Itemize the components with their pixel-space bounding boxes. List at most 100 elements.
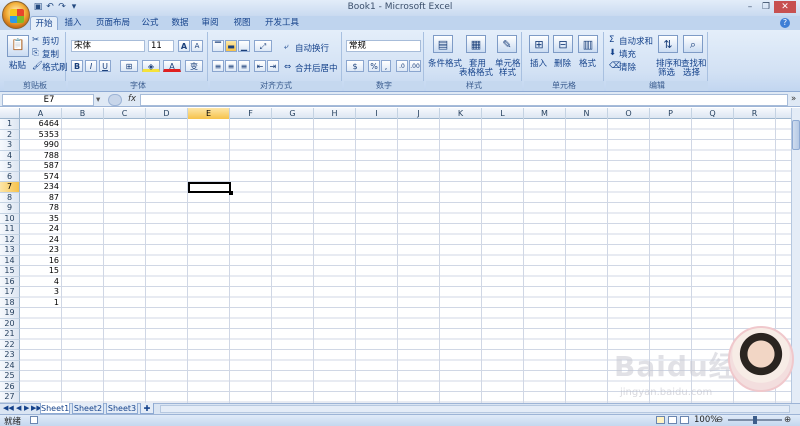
row-header-13[interactable]: 13 [0,245,20,256]
comma-button[interactable]: , [381,60,391,72]
column-header-c[interactable]: C [104,108,146,119]
zoom-in-icon[interactable]: ⊕ [784,415,791,425]
border-icon[interactable]: ⊞ [120,60,138,72]
cell-a6[interactable]: 574 [20,172,62,183]
italic-button[interactable]: I [85,60,97,72]
cell-a13[interactable]: 23 [20,245,62,256]
row-header-14[interactable]: 14 [0,255,20,266]
page-layout-view-icon[interactable] [668,416,677,424]
tab-data[interactable]: 数据 [168,16,192,30]
row-header-26[interactable]: 26 [0,381,20,392]
zoom-level[interactable]: 100% [694,415,718,425]
formula-cancel-icon[interactable] [108,94,122,106]
conditional-format-icon[interactable]: ▤ [433,35,453,53]
column-header-f[interactable]: F [230,108,272,119]
decrease-decimal-icon[interactable]: .00 [409,60,421,72]
cell-a18[interactable]: 1 [20,298,62,309]
column-header-h[interactable]: H [314,108,356,119]
column-header-o[interactable]: O [608,108,650,119]
horizontal-scrollbar[interactable] [160,405,790,413]
column-header-i[interactable]: I [356,108,398,119]
column-header-e[interactable]: E [188,108,230,119]
row-header-23[interactable]: 23 [0,350,20,361]
tab-formulas[interactable]: 公式 [138,16,162,30]
wrap-text-icon[interactable]: ⤶ [284,42,289,52]
column-header-l[interactable]: L [482,108,524,119]
conditional-format-button[interactable]: 条件格式 [428,57,462,69]
row-header-10[interactable]: 10 [0,213,20,224]
increase-decimal-icon[interactable]: .0 [396,60,408,72]
column-header-p[interactable]: P [650,108,692,119]
copy-button[interactable]: 复制 [42,48,59,60]
delete-cells-icon[interactable]: ⊟ [553,35,573,53]
delete-cells-button[interactable]: 删除 [554,57,571,69]
cell-a2[interactable]: 5353 [20,130,62,141]
page-break-view-icon[interactable] [680,416,689,424]
fx-icon[interactable]: fx [128,94,136,104]
align-left-icon[interactable]: ≡ [212,60,224,72]
row-header-15[interactable]: 15 [0,266,20,277]
quick-access-dropdown-icon[interactable]: ▾ [68,2,80,13]
row-header-16[interactable]: 16 [0,276,20,287]
row-header-3[interactable]: 3 [0,140,20,151]
underline-button[interactable]: U [99,60,111,72]
align-bottom-icon[interactable]: ▁ [238,40,250,52]
currency-icon[interactable]: $ [346,60,364,72]
cell-styles-line2[interactable]: 样式 [499,66,516,78]
tab-page-layout[interactable]: 页面布局 [92,16,134,30]
fill-icon[interactable]: ⬇ [609,48,616,58]
copy-icon[interactable]: ⎘ [32,48,39,58]
format-cells-icon[interactable]: ▥ [578,35,598,53]
cell-a3[interactable]: 990 [20,140,62,151]
sheet-nav-first-icon[interactable]: ◀◀ [3,404,14,412]
cell-a16[interactable]: 4 [20,277,62,288]
row-header-18[interactable]: 18 [0,297,20,308]
formula-input[interactable] [140,94,788,106]
restore-icon[interactable]: ❐ [758,1,774,13]
autosum-icon[interactable]: Σ [609,35,614,45]
row-header-5[interactable]: 5 [0,161,20,172]
row-header-2[interactable]: 2 [0,129,20,140]
tab-insert[interactable]: 插入 [60,16,86,30]
decrease-indent-icon[interactable]: ⇤ [254,60,266,72]
cell-a15[interactable]: 15 [20,266,62,277]
name-box[interactable]: E7 [2,94,94,106]
cell-a7[interactable]: 234 [20,182,62,193]
fill-handle[interactable] [229,191,233,195]
column-header-r[interactable]: R [734,108,776,119]
wrap-text-button[interactable]: 自动换行 [295,42,329,54]
paste-icon[interactable]: 📋 [7,35,29,57]
column-header-b[interactable]: B [62,108,104,119]
find-select-icon[interactable]: ⌕ [683,35,703,53]
autosum-button[interactable]: 自动求和 [619,35,653,47]
cell-a8[interactable]: 87 [20,193,62,204]
font-name-box[interactable]: 宋体 [71,40,145,52]
row-header-27[interactable]: 27 [0,392,20,403]
help-icon[interactable]: ? [780,18,790,28]
normal-view-icon[interactable] [656,416,665,424]
sheet-tab-2[interactable]: Sheet2 [72,403,104,414]
minimize-icon[interactable]: – [742,1,758,13]
formula-expand-icon[interactable]: » [791,94,796,104]
macro-record-icon[interactable] [30,416,38,424]
row-header-22[interactable]: 22 [0,339,20,350]
select-all-corner[interactable] [0,108,20,119]
cell-a9[interactable]: 78 [20,203,62,214]
find-select-line2[interactable]: 选择 [683,66,700,78]
zoom-slider-thumb[interactable] [753,416,757,424]
shrink-font-icon[interactable]: A [191,40,203,52]
redo-icon[interactable]: ↷ [56,2,68,13]
row-header-6[interactable]: 6 [0,171,20,182]
office-button[interactable] [2,1,30,29]
insert-sheet-icon[interactable]: ✚ [140,403,154,414]
row-header-20[interactable]: 20 [0,318,20,329]
increase-indent-icon[interactable]: ⇥ [267,60,279,72]
align-middle-icon[interactable]: ▬ [225,40,237,52]
cell-styles-icon[interactable]: ✎ [497,35,517,53]
merge-center-icon[interactable]: ⇔ [284,62,291,72]
column-header-a[interactable]: A [20,108,62,119]
zoom-out-icon[interactable]: ⊖ [716,415,723,425]
save-icon[interactable]: ▣ [32,2,44,13]
bold-button[interactable]: B [71,60,83,72]
merge-center-button[interactable]: 合并后居中 [295,62,338,74]
